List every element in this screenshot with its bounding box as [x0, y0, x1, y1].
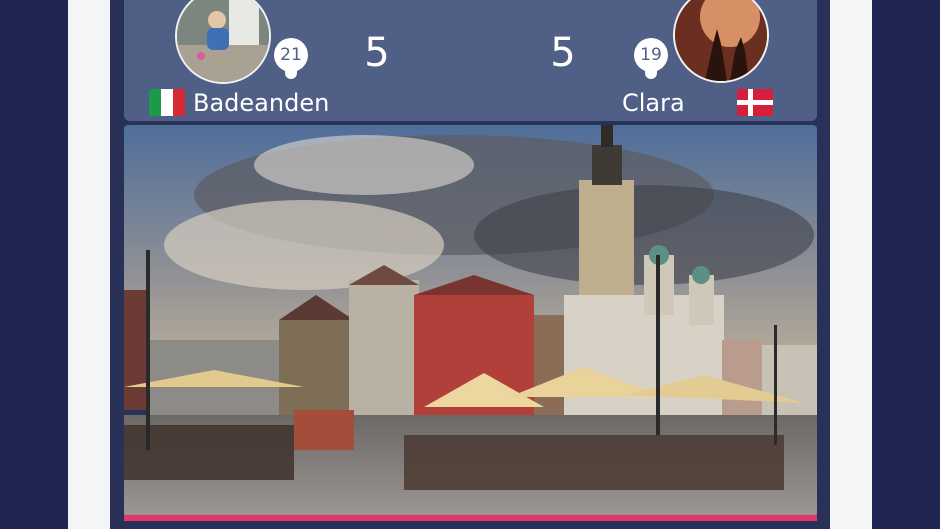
player1-name: Badeanden	[193, 89, 330, 117]
city-square-photo-image	[124, 125, 817, 517]
background-right	[872, 0, 940, 529]
city-square-photo[interactable]	[124, 125, 817, 517]
round-progress-fill	[124, 515, 817, 521]
denmark-flag-icon	[737, 89, 773, 116]
background-left	[0, 0, 68, 529]
player1-level-badge: 21	[274, 38, 308, 72]
player2-score: 5	[550, 30, 576, 76]
player2-name: Clara	[622, 89, 685, 117]
player1-avatar-image	[177, 0, 269, 82]
player1-score: 5	[364, 30, 390, 76]
round-progress-bar	[124, 515, 817, 521]
player2-level-badge: 19	[634, 38, 668, 72]
player2-avatar-image	[675, 0, 767, 81]
italy-flag-icon	[149, 89, 185, 116]
